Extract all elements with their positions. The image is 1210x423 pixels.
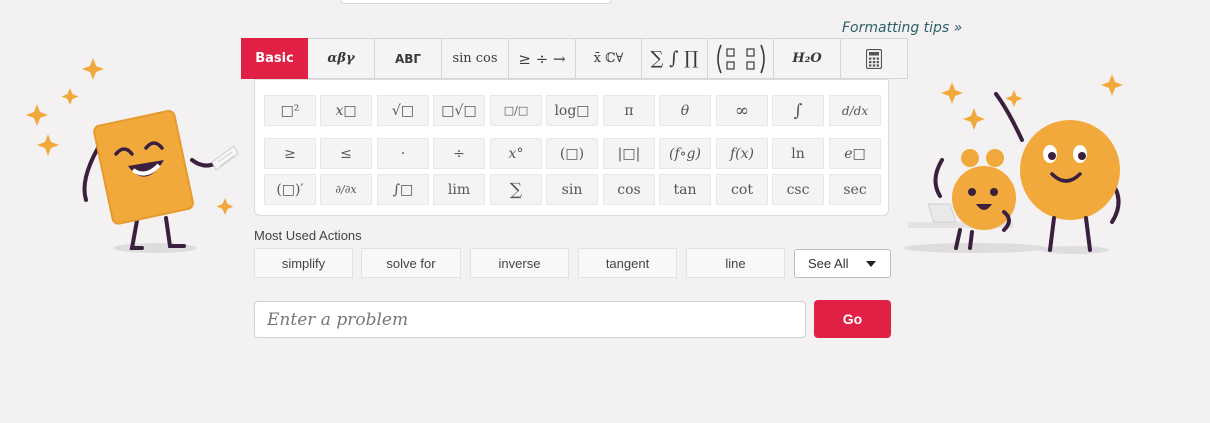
key-derivative[interactable]: d/dx [829, 95, 881, 126]
key-tan[interactable]: tan [659, 174, 711, 205]
calculator-icon [866, 48, 882, 69]
key-parentheses[interactable]: (□) [546, 138, 598, 169]
key-cos[interactable]: cos [603, 174, 655, 205]
action-solve-for[interactable]: solve for [361, 248, 461, 278]
tab-calculator[interactable] [841, 38, 908, 79]
key-fraction[interactable]: □/□ [490, 95, 542, 126]
key-definite-integral[interactable]: ∫□ [377, 174, 429, 205]
key-dot[interactable]: · [377, 138, 429, 169]
tab-greek-lower[interactable]: αβγ [308, 38, 375, 79]
see-all-label: See All [808, 256, 849, 271]
key-absolute[interactable]: |□| [603, 138, 655, 169]
action-tangent[interactable]: tangent [578, 248, 677, 278]
key-power[interactable]: x□ [320, 95, 372, 126]
most-used-actions-label: Most Used Actions [254, 228, 362, 243]
key-infinity[interactable]: ∞ [716, 95, 768, 126]
key-degree[interactable]: x° [490, 138, 542, 169]
matrix-icon [716, 44, 765, 73]
key-theta[interactable]: θ [659, 95, 711, 126]
key-ln[interactable]: ln [772, 138, 824, 169]
key-sqrt[interactable]: √□ [377, 95, 429, 126]
key-csc[interactable]: csc [772, 174, 824, 205]
formatting-tips-link[interactable]: Formatting tips » [842, 20, 962, 36]
key-log[interactable]: log□ [546, 95, 598, 126]
key-integral[interactable]: ∫ [772, 95, 824, 126]
symbol-category-tabs: Basic αβγ ΑΒΓ sin cos ≥ ÷ → x̄ ℂ∀ ∑ ∫ ∏ … [241, 38, 908, 79]
key-sum[interactable]: ∑ [490, 174, 542, 205]
key-greater-equal[interactable]: ≥ [264, 138, 316, 169]
tab-trig[interactable]: sin cos [442, 38, 509, 79]
key-sec[interactable]: sec [829, 174, 881, 205]
left-character-illustration [26, 58, 239, 253]
action-line[interactable]: line [686, 248, 785, 278]
key-limit[interactable]: lim [433, 174, 485, 205]
go-button[interactable]: Go [814, 300, 891, 338]
key-pi[interactable]: π [603, 95, 655, 126]
key-square[interactable]: □² [264, 95, 316, 126]
key-less-equal[interactable]: ≤ [320, 138, 372, 169]
problem-input[interactable] [254, 301, 806, 338]
key-function[interactable]: f(x) [716, 138, 768, 169]
key-partial[interactable]: ∂/∂x [320, 174, 372, 205]
tab-greek-upper[interactable]: ΑΒΓ [375, 38, 442, 79]
action-simplify[interactable]: simplify [254, 248, 353, 278]
see-all-dropdown[interactable]: See All [794, 249, 891, 278]
action-inverse[interactable]: inverse [470, 248, 569, 278]
right-characters-illustration [903, 74, 1123, 254]
key-prime[interactable]: (□)′ [264, 174, 316, 205]
key-sin[interactable]: sin [546, 174, 598, 205]
tab-sets[interactable]: x̄ ℂ∀ [576, 38, 642, 79]
key-nth-root[interactable]: □√□ [433, 95, 485, 126]
key-composition[interactable]: (f∘g) [659, 138, 711, 169]
key-divide[interactable]: ÷ [433, 138, 485, 169]
symbol-keypad: □² x□ √□ □√□ □/□ log□ π θ ∞ ∫ d/dx ≥ ≤ ·… [254, 79, 889, 216]
tab-matrix[interactable] [708, 38, 774, 79]
tab-operators[interactable]: ≥ ÷ → [509, 38, 576, 79]
caret-down-icon [866, 261, 876, 267]
sparkle-icon [941, 74, 1123, 130]
key-cot[interactable]: cot [716, 174, 768, 205]
top-search-box[interactable] [340, 0, 612, 4]
tab-chemistry[interactable]: H₂O [774, 38, 841, 79]
tab-calculus[interactable]: ∑ ∫ ∏ [642, 38, 708, 79]
tab-basic[interactable]: Basic [241, 38, 308, 79]
key-exp[interactable]: e□ [829, 138, 881, 169]
